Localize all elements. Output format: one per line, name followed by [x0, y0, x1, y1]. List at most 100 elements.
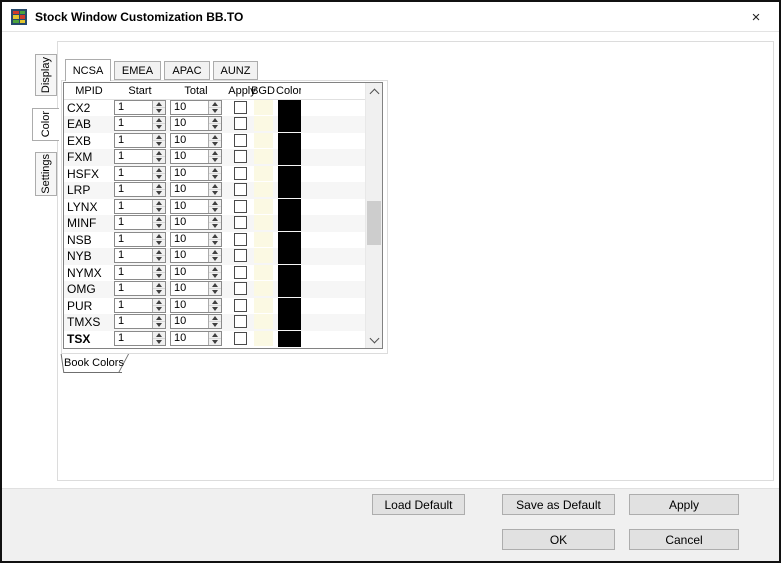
color-swatch[interactable]	[278, 264, 301, 281]
spin-down-icon[interactable]	[209, 321, 221, 329]
scroll-down-icon[interactable]	[366, 331, 382, 348]
total-spinner[interactable]: 10	[170, 281, 222, 297]
color-swatch[interactable]	[278, 132, 301, 149]
spin-down-icon[interactable]	[153, 107, 165, 114]
color-swatch[interactable]	[278, 198, 301, 215]
start-spinner[interactable]: 1	[114, 165, 166, 181]
bgd-swatch[interactable]	[254, 116, 273, 132]
bgd-swatch[interactable]	[254, 314, 273, 330]
total-spinner[interactable]: 10	[170, 231, 222, 247]
bgd-swatch[interactable]	[254, 264, 273, 280]
bgd-swatch[interactable]	[254, 248, 273, 264]
color-swatch[interactable]	[278, 281, 301, 298]
spin-down-icon[interactable]	[153, 321, 165, 329]
apply-button[interactable]: Apply	[629, 494, 739, 515]
color-swatch[interactable]	[278, 182, 301, 199]
bgd-swatch[interactable]	[254, 297, 273, 313]
cancel-button[interactable]: Cancel	[629, 529, 739, 550]
apply-checkbox[interactable]	[234, 216, 247, 230]
apply-checkbox[interactable]	[234, 166, 247, 180]
start-spinner[interactable]: 1	[114, 149, 166, 165]
book-colors-sheet-tab[interactable]: Book Colors	[60, 354, 130, 373]
spin-down-icon[interactable]	[209, 139, 221, 147]
tab-color[interactable]: Color	[32, 108, 59, 141]
apply-checkbox[interactable]	[234, 331, 247, 345]
spin-down-icon[interactable]	[209, 238, 221, 246]
start-spinner[interactable]: 1	[114, 231, 166, 247]
tab-display[interactable]: Display	[35, 54, 57, 96]
spin-down-icon[interactable]	[209, 271, 221, 279]
tab-emea[interactable]: EMEA	[114, 61, 161, 80]
bgd-swatch[interactable]	[254, 330, 273, 346]
spin-down-icon[interactable]	[153, 172, 165, 180]
apply-checkbox[interactable]	[234, 133, 247, 147]
color-swatch[interactable]	[278, 116, 301, 133]
bgd-swatch[interactable]	[254, 149, 273, 165]
save-as-default-button[interactable]: Save as Default	[502, 494, 615, 515]
spin-down-icon[interactable]	[209, 222, 221, 230]
scroll-up-icon[interactable]	[366, 83, 382, 100]
color-swatch[interactable]	[278, 215, 301, 232]
spin-down-icon[interactable]	[153, 222, 165, 230]
total-spinner[interactable]: 10	[170, 314, 222, 330]
bgd-swatch[interactable]	[254, 215, 273, 231]
apply-checkbox[interactable]	[234, 199, 247, 213]
apply-checkbox[interactable]	[234, 265, 247, 279]
bgd-swatch[interactable]	[254, 100, 273, 115]
tab-aunz[interactable]: AUNZ	[213, 61, 258, 80]
total-spinner[interactable]: 10	[170, 264, 222, 280]
total-spinner[interactable]: 10	[170, 215, 222, 231]
total-spinner[interactable]: 10	[170, 330, 222, 346]
bgd-swatch[interactable]	[254, 198, 273, 214]
start-spinner[interactable]: 1	[114, 116, 166, 132]
total-spinner[interactable]: 10	[170, 248, 222, 264]
spin-down-icon[interactable]	[209, 172, 221, 180]
spin-down-icon[interactable]	[209, 107, 221, 114]
color-swatch[interactable]	[278, 149, 301, 166]
apply-checkbox[interactable]	[234, 282, 247, 296]
tab-apac[interactable]: APAC	[164, 61, 210, 80]
tab-settings[interactable]: Settings	[35, 152, 57, 196]
spin-down-icon[interactable]	[153, 156, 165, 164]
color-swatch[interactable]	[278, 231, 301, 248]
total-spinner[interactable]: 10	[170, 149, 222, 165]
spin-down-icon[interactable]	[209, 304, 221, 312]
color-swatch[interactable]	[278, 297, 301, 314]
spin-down-icon[interactable]	[153, 255, 165, 263]
spin-down-icon[interactable]	[153, 288, 165, 296]
total-spinner[interactable]: 10	[170, 297, 222, 313]
start-spinner[interactable]: 1	[114, 314, 166, 330]
spin-down-icon[interactable]	[209, 189, 221, 197]
apply-checkbox[interactable]	[234, 232, 247, 246]
spin-down-icon[interactable]	[153, 238, 165, 246]
start-spinner[interactable]: 1	[114, 100, 166, 115]
spin-down-icon[interactable]	[153, 123, 165, 131]
spin-down-icon[interactable]	[153, 205, 165, 213]
scrollbar-thumb[interactable]	[367, 201, 381, 245]
spin-down-icon[interactable]	[209, 205, 221, 213]
start-spinner[interactable]: 1	[114, 198, 166, 214]
close-icon[interactable]: ×	[745, 7, 767, 27]
start-spinner[interactable]: 1	[114, 281, 166, 297]
apply-checkbox[interactable]	[234, 249, 247, 263]
tab-ncsa[interactable]: NCSA	[65, 59, 111, 81]
spin-down-icon[interactable]	[209, 123, 221, 131]
apply-checkbox[interactable]	[234, 117, 247, 131]
apply-checkbox[interactable]	[234, 183, 247, 197]
spin-down-icon[interactable]	[209, 288, 221, 296]
start-spinner[interactable]: 1	[114, 182, 166, 198]
color-swatch[interactable]	[278, 165, 301, 182]
bgd-swatch[interactable]	[254, 165, 273, 181]
color-swatch[interactable]	[278, 248, 301, 265]
color-swatch[interactable]	[278, 314, 301, 331]
color-swatch[interactable]	[278, 330, 301, 347]
spin-down-icon[interactable]	[153, 271, 165, 279]
load-default-button[interactable]: Load Default	[372, 494, 465, 515]
start-spinner[interactable]: 1	[114, 264, 166, 280]
bgd-swatch[interactable]	[254, 182, 273, 198]
spin-down-icon[interactable]	[153, 189, 165, 197]
spin-down-icon[interactable]	[153, 139, 165, 147]
total-spinner[interactable]: 10	[170, 132, 222, 148]
start-spinner[interactable]: 1	[114, 297, 166, 313]
start-spinner[interactable]: 1	[114, 248, 166, 264]
